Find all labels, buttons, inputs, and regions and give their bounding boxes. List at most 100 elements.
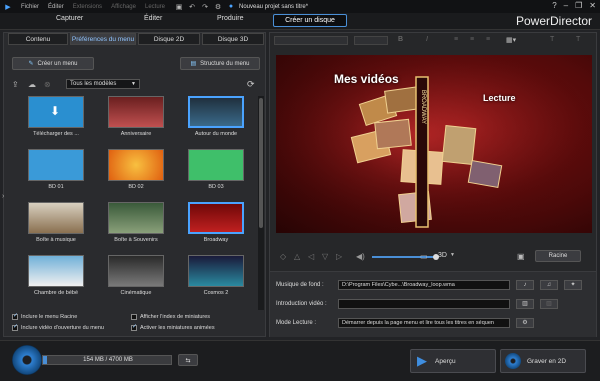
help-icon[interactable]: ? <box>552 1 556 10</box>
mode-creer-disque[interactable]: Créer un disque <box>273 14 347 27</box>
template-thumbnail[interactable] <box>28 255 84 287</box>
animated-thumbs-checkbox[interactable] <box>131 323 137 331</box>
template-item[interactable]: Broadway <box>188 202 244 250</box>
font-select[interactable] <box>274 36 348 45</box>
align-center-icon[interactable]: ≡ <box>470 36 474 43</box>
italic-icon[interactable]: I <box>426 36 428 43</box>
template-item[interactable]: Autour du monde <box>188 96 244 144</box>
layout-icon[interactable]: ▣ <box>517 252 525 261</box>
app-logo-icon: ▶ <box>5 3 11 11</box>
create-menu-button[interactable]: ✎ Créer un menu <box>12 57 94 70</box>
save-icon[interactable]: ▣ <box>174 2 184 12</box>
tab-disque-3d[interactable]: Disque 3D <box>202 33 264 45</box>
font-size-select[interactable] <box>354 36 388 45</box>
template-thumbnail[interactable] <box>188 149 244 181</box>
align-right-icon[interactable]: ≡ <box>486 36 490 43</box>
down-icon[interactable]: ▽ <box>322 252 328 261</box>
template-thumbnail[interactable] <box>108 255 164 287</box>
template-thumbnail[interactable] <box>28 149 84 181</box>
menu-structure-button[interactable]: ▤ Structure du menu <box>180 57 260 70</box>
scrollbar[interactable] <box>258 96 264 310</box>
intro-field[interactable] <box>338 299 510 309</box>
template-item[interactable]: Anniversaire <box>108 96 164 144</box>
close-icon[interactable]: ✕ <box>589 1 596 10</box>
tab-disque-2d[interactable]: Disque 2D <box>138 33 200 45</box>
cloud-icon[interactable]: ☁ <box>28 80 36 89</box>
opening-video-checkbox[interactable] <box>12 323 18 331</box>
play-button-text[interactable]: Lecture <box>483 93 516 103</box>
menu-extensions[interactable]: Extensions <box>73 4 102 10</box>
music-settings-button[interactable]: ✦ <box>564 280 582 290</box>
template-item[interactable]: ⬇ Télécharger des ... <box>28 96 84 144</box>
undo-icon[interactable]: ↶ <box>187 2 197 12</box>
mode-capturer[interactable]: Capturer <box>56 15 83 22</box>
mode-editer[interactable]: Éditer <box>144 15 162 22</box>
template-thumbnail[interactable] <box>108 96 164 128</box>
chevron-down-icon[interactable]: ▼ <box>450 252 455 258</box>
delete-icon[interactable]: ⊗ <box>44 80 51 89</box>
music-edit-button[interactable]: ♫ <box>540 280 558 290</box>
swap-button[interactable]: ⇆ <box>178 354 198 366</box>
music-field[interactable]: D:\Program Files\Cybe...\Broadway_loop.w… <box>338 280 510 290</box>
menu-affichage[interactable]: Affichage <box>111 4 136 10</box>
template-thumbnail[interactable] <box>108 202 164 234</box>
tab-contenu[interactable]: Contenu <box>8 33 68 45</box>
thumb-index-checkbox[interactable] <box>131 314 137 320</box>
next-icon[interactable]: ▷ <box>336 252 342 261</box>
burn-disc-icon <box>505 353 521 369</box>
playback-label: Mode Lecture : <box>276 320 317 326</box>
preview-button-label: Aperçu <box>435 357 456 365</box>
bold-icon[interactable]: B <box>398 36 403 43</box>
subtitle-icon[interactable]: ▭ <box>420 252 428 261</box>
template-thumbnail[interactable] <box>188 255 244 287</box>
grid-icon[interactable]: ▦▾ <box>506 36 516 44</box>
template-item[interactable]: Chambre de bébé <box>28 255 84 303</box>
import-icon[interactable]: ⇪ <box>12 80 19 89</box>
intro-remove-button[interactable]: ▥ <box>540 299 558 309</box>
menu-lecture[interactable]: Lecture <box>145 4 165 10</box>
prev-icon[interactable]: ◇ <box>280 252 286 261</box>
minimize-icon[interactable]: – <box>564 1 568 10</box>
template-thumbnail[interactable] <box>188 202 244 234</box>
template-label: Anniversaire <box>120 131 152 137</box>
playback-settings-button[interactable]: ⚙ <box>516 318 534 328</box>
maximize-icon[interactable]: ❐ <box>575 1 582 10</box>
intro-add-button[interactable]: ▥ <box>516 299 534 309</box>
root-menu-checkbox[interactable] <box>12 312 18 320</box>
template-item[interactable]: BD 02 <box>108 149 164 197</box>
redo-icon[interactable]: ↷ <box>200 2 210 12</box>
menu-fichier[interactable]: Fichier <box>21 4 39 10</box>
chevron-left-icon[interactable]: › <box>2 193 4 200</box>
template-item[interactable]: Cosmos 2 <box>188 255 244 303</box>
align-left-icon[interactable]: ≡ <box>454 36 458 43</box>
tab-preferences-menu[interactable]: Préférences du menu <box>70 33 136 45</box>
refresh-icon[interactable]: ⟳ <box>247 79 255 90</box>
template-thumbnail[interactable]: ⬇ <box>28 96 84 128</box>
scrollbar-thumb[interactable] <box>259 98 263 228</box>
menu-editer[interactable]: Éditer <box>48 4 64 10</box>
playback-field[interactable]: Démarrer depuis la page menu et lire tou… <box>338 318 510 328</box>
settings-icon[interactable]: ⚙ <box>213 2 223 12</box>
mode-3d-toggle[interactable]: 3D <box>438 252 447 259</box>
template-thumbnail[interactable] <box>188 96 244 128</box>
template-thumbnail[interactable] <box>28 202 84 234</box>
template-filter-select[interactable]: Tous les modèles ▼ <box>66 79 140 89</box>
template-thumbnail[interactable] <box>108 149 164 181</box>
menu-title-text[interactable]: Mes vidéos <box>334 72 399 86</box>
template-item[interactable]: BD 01 <box>28 149 84 197</box>
text-effect-icon[interactable]: T <box>550 36 554 43</box>
template-label: Boîte à musique <box>36 237 76 243</box>
up-icon[interactable]: △ <box>294 252 300 261</box>
preview-button[interactable]: ▶ Aperçu <box>410 349 496 373</box>
template-item[interactable]: Boîte à Souvenirs <box>108 202 164 250</box>
burn-button[interactable]: Graver en 2D <box>500 349 586 373</box>
volume-icon[interactable]: ◀) <box>356 252 365 261</box>
music-add-button[interactable]: ♪ <box>516 280 534 290</box>
mode-produire[interactable]: Produire <box>217 15 243 22</box>
template-item[interactable]: Cinématique <box>108 255 164 303</box>
left-icon[interactable]: ◁ <box>308 252 314 261</box>
template-item[interactable]: Boîte à musique <box>28 202 84 250</box>
text-style-icon[interactable]: T <box>576 36 580 43</box>
template-item[interactable]: BD 03 <box>188 149 244 197</box>
root-button[interactable]: Racine <box>535 250 581 262</box>
